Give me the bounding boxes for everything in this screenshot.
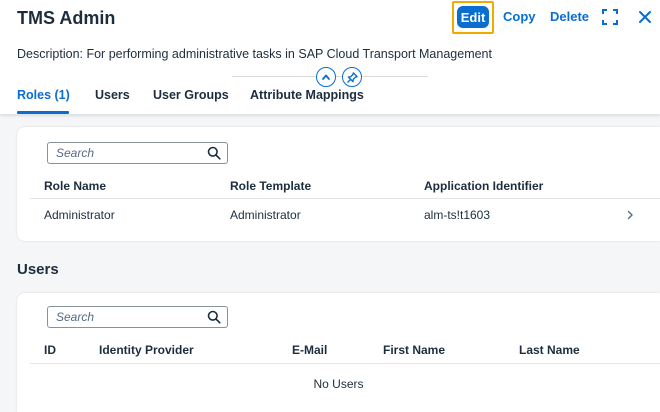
- tab-roles[interactable]: Roles (1): [17, 88, 70, 102]
- active-tab-indicator: [17, 111, 69, 114]
- description-label: Description:: [17, 47, 83, 61]
- table-header-divider: [30, 198, 660, 199]
- delete-button[interactable]: Delete: [550, 9, 589, 24]
- fullscreen-icon[interactable]: [602, 9, 618, 25]
- column-header-role-name[interactable]: Role Name: [44, 179, 106, 193]
- column-header-role-template[interactable]: Role Template: [230, 179, 311, 193]
- description: Description: For performing administrati…: [17, 47, 492, 61]
- tab-user-groups[interactable]: User Groups: [153, 88, 229, 102]
- search-icon[interactable]: [207, 310, 221, 324]
- edit-button[interactable]: Edit: [457, 6, 489, 28]
- column-header-identity-provider[interactable]: Identity Provider: [99, 343, 194, 357]
- pin-icon: [346, 71, 358, 83]
- page-title: TMS Admin: [17, 8, 116, 28]
- role-name-cell[interactable]: Administrator: [44, 208, 115, 222]
- column-header-first-name[interactable]: First Name: [383, 343, 445, 357]
- collapse-header-button[interactable]: [316, 67, 336, 87]
- collapse-header-icon: [322, 74, 330, 80]
- search-icon[interactable]: [207, 146, 221, 160]
- users-search-field[interactable]: [47, 306, 228, 328]
- empty-table-message: No Users: [313, 377, 364, 391]
- tab-users[interactable]: Users: [95, 88, 130, 102]
- column-header-application-identifier[interactable]: Application Identifier: [424, 179, 543, 193]
- tab-attribute-mappings[interactable]: Attribute Mappings: [250, 88, 364, 102]
- description-text: For performing administrative tasks in S…: [83, 47, 492, 61]
- column-header-last-name[interactable]: Last Name: [519, 343, 580, 357]
- object-page-header: TMS Admin Edit Copy Delete Description: …: [0, 0, 660, 114]
- application-identifier-cell[interactable]: alm-ts!t1603: [424, 208, 490, 222]
- users-search-input[interactable]: [56, 309, 196, 325]
- users-table-card: ID Identity Provider E-Mail First Name L…: [17, 293, 660, 412]
- column-header-id[interactable]: ID: [44, 343, 56, 357]
- roles-search-input[interactable]: [56, 145, 196, 161]
- roles-search-field[interactable]: [47, 142, 228, 164]
- column-header-email[interactable]: E-Mail: [292, 343, 327, 357]
- users-section-title: Users: [17, 261, 59, 278]
- pin-header-button[interactable]: [342, 67, 362, 87]
- chevron-right-icon[interactable]: [626, 210, 634, 220]
- copy-button[interactable]: Copy: [503, 9, 536, 24]
- role-template-cell[interactable]: Administrator: [230, 208, 301, 222]
- roles-table-card: Role Name Role Template Application Iden…: [17, 127, 660, 241]
- table-header-divider: [30, 363, 660, 364]
- close-icon[interactable]: [638, 10, 652, 24]
